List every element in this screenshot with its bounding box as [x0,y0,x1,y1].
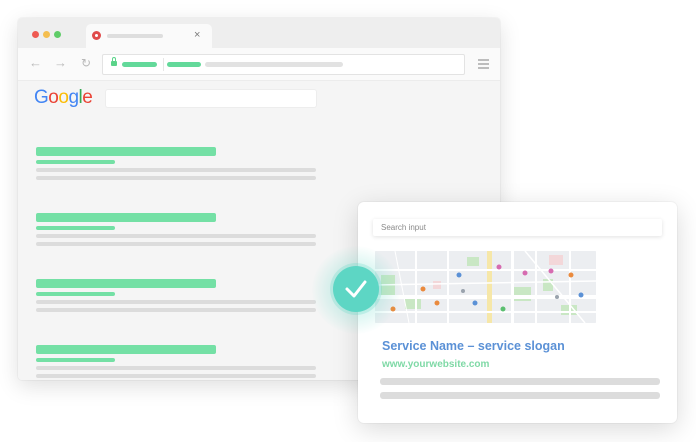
description-line [380,378,660,385]
logo-letter: o [48,87,59,108]
result-snippet-line [36,308,316,312]
map-thumbnail[interactable] [375,251,596,323]
reload-icon[interactable]: ↻ [81,55,91,71]
business-listing-card: Search input Service Name – service slog… [358,202,677,423]
logo-letter: e [82,87,93,108]
result-snippet-line [36,234,316,238]
browser-tab[interactable]: × [86,24,212,48]
map-graphic [375,251,596,323]
google-logo: Google [34,87,93,109]
hamburger-menu-icon[interactable] [478,59,489,71]
result-title-placeholder[interactable] [36,213,216,222]
minimize-window-button[interactable] [43,31,50,38]
result-title-placeholder[interactable] [36,345,216,354]
browser-toolbar: ← → ↻ [18,48,500,81]
forward-arrow-icon[interactable]: → [54,55,67,71]
stage: × ← → ↻ Google Search input Service Name… [0,0,696,442]
url-divider [163,58,164,71]
result-url-placeholder [36,358,115,362]
url-domain-placeholder [167,62,201,67]
tab-title-placeholder [107,34,163,38]
favicon-icon [92,31,101,40]
result-snippet-line [36,300,316,304]
title-bar: × [18,18,500,48]
result-title-placeholder[interactable] [36,147,216,156]
description-line [380,392,660,399]
result-url-placeholder [36,226,115,230]
logo-letter: G [34,87,49,108]
lock-icon [111,57,117,66]
close-window-button[interactable] [32,31,39,38]
result-snippet-line [36,168,316,172]
logo-letter: g [68,87,79,108]
address-bar[interactable] [102,54,465,75]
result-url-placeholder [36,292,115,296]
search-placeholder: Search input [381,223,426,232]
search-input[interactable] [106,90,316,107]
result-snippet-line [36,366,316,370]
logo-letter: o [58,87,69,108]
tab-close-icon[interactable]: × [194,28,200,42]
url-protocol-placeholder [122,62,157,67]
checkmark-icon [345,280,367,298]
maximize-window-button[interactable] [54,31,61,38]
service-title-link[interactable]: Service Name – service slogan [382,338,565,354]
result-url-placeholder [36,160,115,164]
result-title-placeholder[interactable] [36,279,216,288]
back-arrow-icon[interactable]: ← [29,55,42,71]
checkmark-badge [333,266,379,312]
url-path-placeholder [205,62,343,67]
result-snippet-line [36,176,316,180]
result-snippet-line [36,242,316,246]
search-input[interactable]: Search input [373,219,662,236]
result-snippet-line [36,374,316,378]
service-url-link[interactable]: www.yourwebsite.com [382,358,489,371]
